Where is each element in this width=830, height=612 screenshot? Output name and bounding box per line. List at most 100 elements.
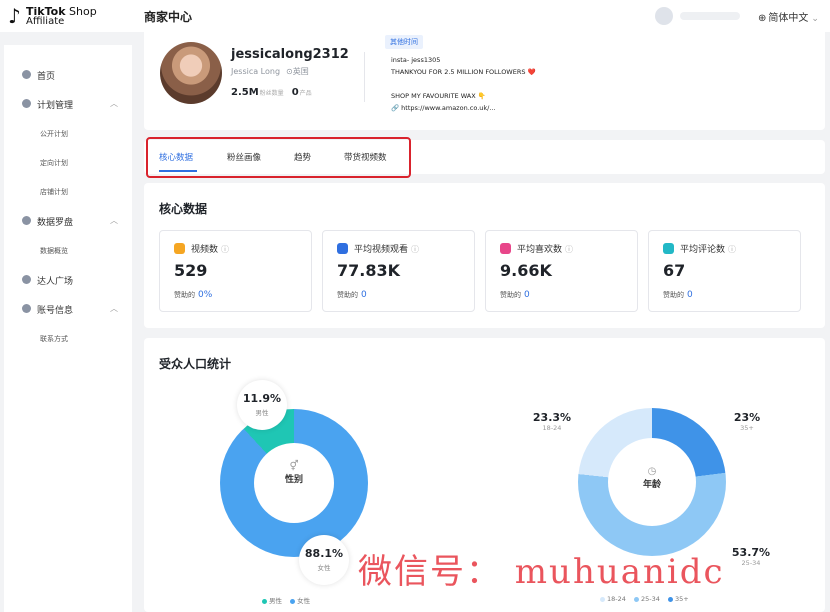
play-icon (174, 243, 185, 254)
bio-link[interactable]: 🔗 https://www.amazon.co.uk/... (391, 104, 496, 112)
metric-avg-views: 平均视频观看 ⓘ 77.83K 赞助的 0 (322, 230, 475, 312)
female-percent-value: 88.1% (304, 547, 344, 560)
language-label: 简体中文 (768, 13, 809, 24)
gender-legend: 男性 女性 (256, 595, 310, 605)
sidebar-item-public-plan[interactable]: 公开计划 (4, 124, 132, 144)
metric-value: 67 (663, 261, 686, 280)
legend-label: 男性 (269, 597, 282, 605)
user-name-blurred[interactable] (680, 12, 740, 20)
sidebar-item-label: 数据概览 (40, 247, 68, 255)
metric-label: 平均视频观看 (354, 245, 409, 255)
sidebar-item-plan-management[interactable]: 计划管理 ︿ (4, 94, 132, 114)
age-25-34-label: 53.7% 25-34 (728, 546, 774, 567)
chevron-up-icon: ︿ (110, 216, 118, 225)
sidebar-item-targeted-plan[interactable]: 定向计划 (4, 153, 132, 173)
language-selector[interactable]: ⊕ 简体中文 ⌄ (758, 9, 819, 24)
sidebar: 首页 计划管理 ︿ 公开计划 定向计划 店铺计划 数据罗盘 ︿ 数据概览 达人广… (4, 45, 132, 612)
metric-foot-label: 赞助的 (663, 291, 684, 299)
metric-label: 平均喜欢数 (517, 245, 563, 255)
bio-line: SHOP MY FAVOURITE WAX 👇 (391, 92, 486, 100)
sidebar-item-data-overview[interactable]: 数据概览 (4, 241, 132, 261)
creator-handle: jessicalong2312 (231, 47, 349, 62)
age-segment-label: 18-24 (542, 424, 562, 432)
sidebar-item-data-compass[interactable]: 数据罗盘 ︿ (4, 211, 132, 231)
sidebar-item-creator-plaza[interactable]: 达人广场 (4, 270, 132, 290)
location-pin-icon: ⊙ (286, 67, 293, 76)
gender-icon: ⚥ (289, 461, 299, 472)
sidebar-item-label: 联系方式 (40, 335, 68, 343)
sidebar-item-label: 数据罗盘 (37, 218, 74, 228)
user-avatar[interactable] (655, 7, 673, 25)
age-center-label: 年龄 (642, 480, 661, 490)
sidebar-item-account-info[interactable]: 账号信息 ︿ (4, 299, 132, 319)
age-18-24-legend-dot (600, 596, 605, 602)
bio-line: THANKYOU FOR 2.5 MILLION FOLLOWERS ❤️ (391, 68, 536, 76)
compass-icon (22, 216, 31, 225)
globe-icon: ⊕ (758, 13, 767, 24)
help-icon[interactable]: ⓘ (728, 245, 736, 254)
metric-value: 529 (174, 261, 208, 280)
metric-foot-value: 0% (198, 290, 213, 300)
age-segment-label: 35+ (740, 424, 754, 432)
creator-name: Jessica Long (231, 67, 281, 76)
help-icon[interactable]: ⓘ (221, 245, 229, 254)
bio-tag: 其他时间 (385, 35, 423, 49)
metric-foot-label: 赞助的 (337, 291, 358, 299)
legend-label: 35+ (674, 595, 689, 603)
sidebar-item-contact[interactable]: 联系方式 (4, 329, 132, 349)
bio-line: insta- jess1305 (391, 56, 441, 64)
audience-title: 受众人口统计 (159, 357, 232, 371)
help-icon[interactable]: ⓘ (411, 245, 419, 254)
male-percent-bubble: 11.9% 男性 (237, 380, 287, 430)
age-segment-value: 23% (733, 411, 761, 424)
sidebar-item-label: 首页 (37, 72, 56, 82)
metric-foot-value: 0 (524, 290, 530, 300)
account-icon (22, 304, 31, 313)
chevron-up-icon: ︿ (110, 99, 118, 108)
age-segment-value: 53.7% (731, 546, 771, 559)
legend-label: 18-24 (607, 595, 626, 603)
age-25-34-legend-dot (633, 596, 639, 602)
metric-label: 平均评论数 (680, 245, 726, 255)
metric-foot-value: 0 (361, 290, 367, 300)
products-label: 产品 (299, 90, 312, 97)
male-percent-label: 男性 (255, 409, 269, 417)
chevron-down-icon: ⌄ (811, 14, 819, 24)
watermark-text: 微信号： muhuanidc (358, 552, 725, 592)
chevron-up-icon: ︿ (110, 304, 118, 313)
sidebar-item-store-plan[interactable]: 店铺计划 (4, 182, 132, 202)
tiktok-shop-logo[interactable]: ♪ TikTok Shop Affiliate (8, 5, 98, 29)
metric-foot-value: 0 (687, 290, 693, 300)
metric-avg-comments: 平均评论数 ⓘ 67 赞助的 0 (648, 230, 801, 312)
female-percent-bubble: 88.1% 女性 (299, 535, 349, 585)
age-35plus-label: 23% 35+ (727, 411, 767, 432)
help-icon[interactable]: ⓘ (565, 245, 573, 254)
app-title: 商家中心 (144, 10, 193, 24)
metric-value: 9.66K (500, 261, 552, 280)
sidebar-item-label: 达人广场 (37, 277, 74, 287)
sidebar-item-home[interactable]: 首页 (4, 65, 132, 85)
age-18-24-label: 23.3% 18-24 (532, 411, 572, 432)
age-35plus-legend-dot (667, 596, 673, 602)
age-segment-value: 23.3% (532, 411, 572, 424)
heart-icon (500, 243, 511, 254)
legend-label: 女性 (297, 597, 311, 605)
highlight-annotation-box (146, 137, 411, 178)
creator-location: 英国 (292, 67, 309, 76)
metric-label: 视频数 (191, 245, 219, 255)
home-icon (22, 70, 31, 79)
bio-link-text: https://www.amazon.co.uk/... (401, 104, 496, 112)
male-percent-value: 11.9% (242, 392, 282, 405)
creator-profile-card: jessicalong2312 Jessica Long ⊙英国 2.5M粉丝数量… (144, 32, 825, 130)
legend-label: 25-34 (640, 595, 660, 603)
sidebar-item-label: 计划管理 (37, 101, 74, 111)
gender-center-label: 性别 (284, 475, 303, 485)
sidebar-item-label: 公开计划 (40, 130, 68, 138)
eye-icon (337, 243, 348, 254)
creator-stats: 2.5M粉丝数量 0产品 (231, 87, 320, 98)
metric-foot-label: 赞助的 (174, 291, 195, 299)
male-legend-dot (262, 598, 267, 604)
followers-label: 粉丝数量 (259, 90, 284, 97)
core-data-card: 核心数据 视频数 ⓘ 529 赞助的 0% 平均视频观看 ⓘ 77.83K 赞助的 0 … (144, 183, 825, 328)
creator-avatar (160, 42, 222, 104)
